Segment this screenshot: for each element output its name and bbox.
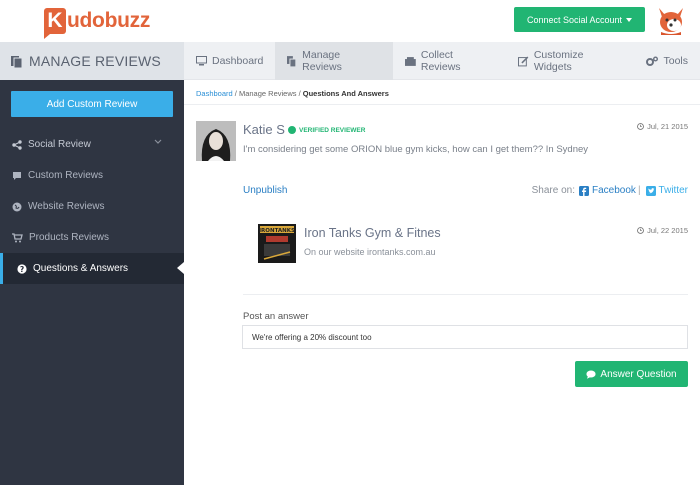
- breadcrumb-current: Questions And Answers: [302, 89, 389, 98]
- answer-author-name: Iron Tanks Gym & Fitnes: [304, 226, 441, 240]
- globe-icon: [12, 202, 22, 211]
- question-date-text: Jul, 21 2015: [647, 122, 688, 131]
- reviewer-name: Katie S: [243, 122, 285, 137]
- svg-text:?: ?: [20, 265, 24, 274]
- verified-label: VERIFIED REVIEWER: [299, 126, 366, 134]
- logo-mark: K: [44, 7, 66, 39]
- facebook-icon: [579, 185, 590, 196]
- answer-question-label: Answer Question: [600, 368, 677, 380]
- page-title: MANAGE REVIEWS: [29, 53, 161, 69]
- verified-badge: VERIFIED REVIEWER: [288, 126, 365, 134]
- nav-label: Manage Reviews: [302, 49, 342, 73]
- answer-input[interactable]: [242, 325, 688, 349]
- sidebar-item-label: Social Review: [28, 139, 91, 150]
- logo-text: udobuzz: [67, 8, 151, 32]
- share-label: Share on:: [531, 185, 576, 196]
- nav-label: Dashboard: [212, 55, 264, 67]
- add-custom-review-button[interactable]: Add Custom Review: [11, 91, 173, 117]
- copy-icon: [287, 55, 297, 67]
- answer-date-text: Jul, 22 2015: [647, 226, 688, 235]
- inbox-icon: [405, 56, 416, 66]
- chevron-down-icon: [154, 139, 162, 144]
- answer-date: Jul, 22 2015: [637, 226, 688, 235]
- cart-icon: [12, 232, 23, 242]
- breadcrumb-dashboard[interactable]: Dashboard: [196, 89, 233, 98]
- caret-down-icon: [626, 17, 633, 22]
- separator: |: [637, 185, 641, 196]
- nav-manage-reviews[interactable]: Manage Reviews: [275, 42, 394, 80]
- connect-label: Connect Social Account: [526, 14, 623, 25]
- nav-label: Customize Widgets: [533, 49, 584, 73]
- nav-dashboard[interactable]: Dashboard: [184, 42, 275, 80]
- post-answer-label: Post an answer: [243, 311, 309, 322]
- comment-icon: [586, 370, 597, 379]
- twitter-icon: [645, 185, 656, 196]
- breadcrumb-manage-reviews[interactable]: Manage Reviews: [239, 89, 297, 98]
- kudobuzz-logo[interactable]: K udobuzz: [44, 7, 151, 39]
- sidebar-item-products-reviews[interactable]: Products Reviews: [0, 222, 184, 253]
- monitor-icon: [196, 56, 207, 66]
- sidebar-item-social-review[interactable]: Social Review: [0, 129, 184, 160]
- sidebar-item-label: Products Reviews: [29, 232, 110, 243]
- sidebar: Add Custom Review Social Review Custom R…: [0, 80, 184, 485]
- answer-avatar: IRONTANKS: [258, 224, 296, 263]
- manage-reviews-header: MANAGE REVIEWS: [0, 42, 184, 80]
- question-date: Jul, 21 2015: [637, 122, 688, 131]
- copy-icon: [11, 55, 23, 68]
- twitter-label: Twitter: [658, 185, 688, 196]
- user-avatar-fox-icon[interactable]: [655, 6, 687, 36]
- thumb-logo-text: IRONTANKS: [259, 228, 295, 234]
- sidebar-item-label: Custom Reviews: [28, 170, 104, 181]
- sidebar-item-questions-answers[interactable]: ? Questions & Answers: [0, 253, 184, 284]
- sidebar-item-website-reviews[interactable]: Website Reviews: [0, 191, 184, 222]
- sidebar-item-label: Questions & Answers: [33, 263, 129, 274]
- clock-icon: [637, 123, 645, 130]
- nav-label: Tools: [663, 55, 688, 67]
- check-circle-icon: [288, 126, 296, 134]
- top-nav: Dashboard Manage Reviews Collect Reviews…: [184, 42, 700, 80]
- clock-icon: [637, 227, 645, 234]
- share-twitter-link[interactable]: Twitter: [645, 185, 688, 196]
- connect-social-account-button[interactable]: Connect Social Account: [514, 7, 645, 32]
- facebook-label: Facebook: [592, 185, 636, 196]
- nav-customize-widgets[interactable]: Customize Widgets: [506, 42, 634, 80]
- edit-icon: [518, 56, 529, 66]
- top-bar: K udobuzz Connect Social Account: [0, 0, 700, 42]
- nav-collect-reviews[interactable]: Collect Reviews: [393, 42, 506, 80]
- unpublish-link[interactable]: Unpublish: [243, 185, 287, 196]
- cogs-icon: [646, 56, 659, 66]
- question-text: I'm considering get some ORION blue gym …: [243, 144, 589, 155]
- sidebar-item-custom-reviews[interactable]: Custom Reviews: [0, 160, 184, 191]
- sidebar-item-label: Website Reviews: [28, 201, 105, 212]
- breadcrumb: Dashboard / Manage Reviews / Questions A…: [196, 89, 389, 98]
- answer-text: On our website irontanks.com.au: [304, 247, 436, 257]
- nav-tools[interactable]: Tools: [634, 42, 700, 80]
- comment-icon: [13, 171, 21, 180]
- share-bar: Share on: Facebook | Twitter: [532, 185, 688, 196]
- share-icon: [12, 139, 22, 150]
- answer-question-button[interactable]: Answer Question: [575, 361, 688, 387]
- share-facebook-link[interactable]: Facebook: [579, 185, 636, 196]
- nav-label: Collect Reviews: [420, 49, 461, 73]
- divider: [243, 294, 688, 295]
- divider: [184, 104, 700, 105]
- reviewer-avatar: [196, 121, 236, 161]
- question-circle-icon: ?: [17, 263, 27, 274]
